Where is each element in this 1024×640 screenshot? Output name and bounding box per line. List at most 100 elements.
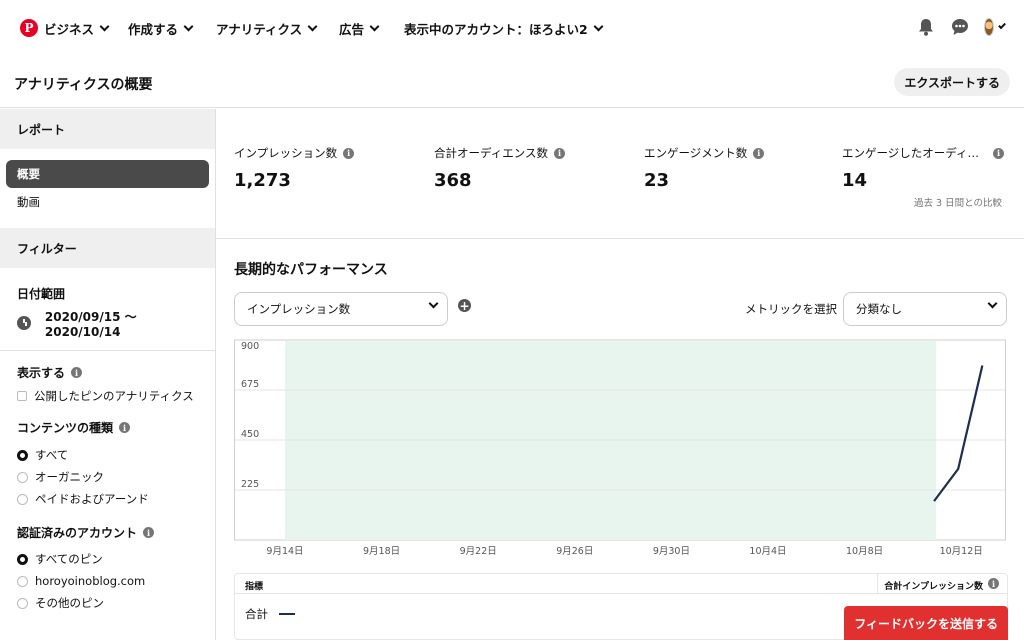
metric-label: エンゲージしたオーディ… i — [842, 145, 1004, 161]
bell-icon[interactable] — [916, 16, 936, 38]
chevron-down-icon — [183, 21, 194, 31]
split-select-value: 分類なし — [856, 302, 902, 316]
account-option-label: その他のピン — [35, 596, 104, 610]
metric-label-text: エンゲージメント数 — [644, 146, 748, 160]
show-label: 表示する i — [0, 364, 215, 381]
chevron-down-icon — [99, 21, 110, 31]
info-icon[interactable]: i — [143, 527, 155, 538]
header-actions — [916, 16, 1006, 38]
nav-ads-menu[interactable]: 広告 — [339, 18, 380, 38]
chart-x-tick-label: 10月4日 — [749, 546, 786, 557]
radio-selected-icon — [17, 553, 28, 565]
metric-label: エンゲージメント数 i — [644, 145, 765, 161]
chart-y-tick-label: 450 — [241, 429, 259, 440]
content-option-label: すべて — [35, 448, 69, 462]
clock-icon — [17, 316, 31, 330]
chart-x-tick-label: 10月12日 — [940, 546, 983, 557]
nav-business-label: ビジネス — [44, 21, 95, 37]
chevron-down-icon — [307, 21, 318, 31]
export-button[interactable]: エクスポートする — [894, 68, 1010, 96]
metric-value: 368 — [434, 170, 472, 191]
nav-create-label: 作成する — [128, 21, 179, 37]
metric-impressions: インプレッション数 i 1,273 — [234, 145, 355, 191]
info-icon[interactable]: i — [71, 367, 83, 378]
nav-account-label: 表示中のアカウント：ほろよい2 — [404, 21, 588, 37]
published-pins-checkbox[interactable]: 公開したピンのアナリティクス — [0, 385, 215, 407]
metric-pick-label: メトリックを選択 — [745, 302, 837, 316]
chevron-down-icon — [428, 298, 439, 309]
top-navigation: P ビジネス 作成する アナリティクス 広告 表示中のアカウント：ほろよい2 — [0, 0, 1024, 56]
chart-y-tick-label: 900 — [241, 341, 259, 352]
account-option-all-pins[interactable]: すべてのピン — [0, 548, 215, 570]
published-pins-label: 公開したピンのアナリティクス — [34, 389, 194, 403]
radio-icon — [17, 575, 28, 587]
page-header: アナリティクスの概要 エクスポートする — [0, 56, 1024, 108]
chat-bubble-icon[interactable] — [950, 16, 970, 38]
account-option-other[interactable]: その他のピン — [0, 592, 215, 614]
divider — [877, 574, 878, 594]
chart-x-tick-label: 10月8日 — [846, 546, 883, 557]
chevron-down-icon — [987, 298, 998, 309]
nav-business-menu[interactable]: P ビジネス — [20, 18, 110, 38]
chart-x-tick-label: 9月26日 — [556, 546, 593, 557]
sidebar-item-video[interactable]: 動画 — [6, 188, 209, 216]
avatar — [984, 18, 994, 36]
show-label-text: 表示する — [17, 366, 66, 380]
content-type-label: コンテンツの種類 i — [0, 419, 215, 436]
info-icon[interactable]: i — [988, 578, 999, 589]
content-option-all[interactable]: すべて — [0, 444, 215, 466]
account-option-domain[interactable]: horoyoinoblog.com — [0, 570, 215, 592]
sidebar-report-heading: レポート — [0, 109, 215, 149]
sidebar: レポート 概要 動画 フィルター 日付範囲 2020/09/15 〜 2020/… — [0, 109, 216, 640]
account-switcher[interactable] — [984, 16, 1006, 38]
send-feedback-button[interactable]: フィードバックを送信する — [844, 606, 1008, 640]
date-range-label: 日付範囲 — [17, 287, 66, 301]
radio-selected-icon — [17, 449, 28, 461]
info-icon[interactable]: i — [119, 422, 131, 433]
metric-value: 1,273 — [234, 170, 291, 191]
table-row-label: 合計 — [245, 607, 268, 621]
date-range-picker[interactable]: 2020/09/15 〜 2020/10/14 — [0, 310, 215, 339]
metric-engagements: エンゲージメント数 i 23 — [644, 145, 765, 191]
performance-chart: 225 450 675 900 9月14日 9月18日 9月22日 9月26日 9月30日 10月… — [234, 338, 1008, 560]
pinterest-logo-icon: P — [20, 19, 38, 37]
add-metric-icon[interactable]: + — [458, 299, 471, 312]
checkbox-icon — [17, 391, 27, 401]
info-icon[interactable]: i — [753, 147, 765, 159]
metric-select[interactable]: インプレッション数 — [234, 292, 448, 326]
content-type-label-text: コンテンツの種類 — [17, 421, 114, 435]
nav-analytics-menu[interactable]: アナリティクス — [216, 18, 318, 38]
info-icon[interactable]: i — [553, 147, 565, 159]
account-option-label: horoyoinoblog.com — [35, 574, 146, 588]
chevron-down-icon — [593, 21, 604, 31]
chart-x-tick-label: 9月22日 — [460, 546, 497, 557]
table-header: 指標 合計インプレッション数 i — [235, 574, 1007, 594]
verified-account-label: 認証済みのアカウント i — [0, 524, 215, 541]
content-option-paid[interactable]: ペイドおよびアーンド — [0, 488, 215, 510]
chevron-down-icon — [997, 20, 1006, 30]
metric-label: インプレッション数 i — [234, 145, 355, 161]
metric-label-text: 合計オーディエンス数 — [434, 146, 548, 160]
split-select[interactable]: 分類なし — [843, 292, 1007, 326]
nav-create-menu[interactable]: 作成する — [128, 18, 194, 38]
info-icon[interactable]: i — [993, 147, 1004, 159]
chart-y-tick-label: 225 — [241, 479, 259, 490]
metric-select-value: インプレッション数 — [247, 302, 351, 316]
metric-label-text: エンゲージしたオーディ… — [842, 146, 979, 160]
chevron-down-icon — [369, 21, 380, 31]
comparison-note: 過去 3 日間との比較 — [914, 198, 1002, 209]
content-option-organic[interactable]: オーガニック — [0, 466, 215, 488]
verified-account-label-text: 認証済みのアカウント — [17, 526, 138, 540]
radio-icon — [17, 471, 28, 483]
table-col-impressions[interactable]: 合計インプレッション数 — [884, 579, 983, 592]
metrics-summary: インプレッション数 i 1,273 合計オーディエンス数 i 368 エンゲージメン… — [216, 109, 1024, 239]
nav-account-menu[interactable]: 表示中のアカウント：ほろよい2 — [404, 18, 604, 38]
sidebar-item-overview[interactable]: 概要 — [6, 160, 209, 188]
content-option-label: オーガニック — [35, 470, 104, 484]
radio-icon — [17, 493, 28, 505]
chart-svg: 225 450 675 900 9月14日 9月18日 9月22日 9月26日 9月30日 10月… — [234, 339, 1006, 557]
radio-icon — [17, 597, 28, 609]
metric-value: 14 — [842, 170, 868, 191]
info-icon[interactable]: i — [343, 147, 355, 159]
nav-analytics-label: アナリティクス — [216, 21, 303, 37]
